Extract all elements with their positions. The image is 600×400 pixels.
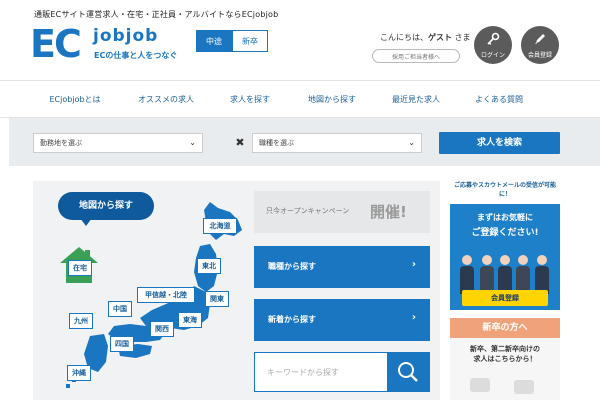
occupation-search-button[interactable]: 職種から探す ›	[254, 246, 430, 288]
region-hokkaido[interactable]: 北海道	[203, 218, 237, 234]
login-label: ログイン	[480, 52, 505, 59]
occupation-search-label: 職種から探す	[268, 262, 316, 271]
greeting: こんにちは、ゲスト さま	[380, 32, 471, 43]
logo-caption: ECの仕事と人をつなぐ	[94, 51, 178, 60]
logo-sub: jobjob	[93, 26, 159, 46]
campaign-banner[interactable]: 只今オープンキャンペーン 開催!	[254, 191, 430, 233]
job-search-button[interactable]: 求人を検索	[439, 132, 560, 154]
register-button[interactable]: 会員登録	[521, 26, 559, 64]
keyword-input[interactable]	[255, 353, 387, 391]
page: { "header": { "tagline": "通販ECサイト運営求人・在宅…	[0, 0, 600, 400]
times-icon: ✖	[235, 136, 245, 149]
region-tohoku[interactable]: 東北	[197, 258, 221, 274]
chevron-right-icon: ›	[411, 312, 416, 323]
nav-recommended[interactable]: オススメの求人	[128, 81, 204, 119]
location-select-label: 勤務地を選ぶ	[40, 139, 82, 147]
employer-login-button[interactable]: 採用ご担当者様へ	[372, 49, 460, 63]
register-banner-line2: ご登録ください!	[471, 228, 539, 238]
register-banner-button[interactable]: 会員登録	[462, 290, 548, 306]
new-arrivals-button[interactable]: 新着から探す ›	[254, 299, 430, 341]
tagline: 通販ECサイト運営求人・在宅・正社員・アルバイトならECjobjob	[34, 10, 279, 19]
site-logo[interactable]: EC jobjob ECの仕事と人をつなぐ	[30, 22, 190, 66]
occupation-select-label: 職種を選ぶ	[259, 139, 294, 147]
region-kansai[interactable]: 関西	[150, 321, 174, 337]
keyword-search	[254, 352, 430, 392]
region-okinawa[interactable]: 沖縄	[67, 365, 91, 381]
campaign-text: 只今オープンキャンペーン	[266, 207, 350, 215]
search-icon	[398, 362, 418, 382]
register-banner[interactable]: ご応募やスカウトメールの受信が可能に！ まずはお気軽に ご登録ください! 会員登…	[450, 178, 560, 310]
chevron-right-icon: ›	[411, 259, 416, 270]
chevron-down-icon: ⌄	[408, 138, 415, 147]
person-illustration	[460, 255, 474, 294]
logo-main: EC	[30, 22, 82, 66]
keyword-search-button[interactable]	[387, 353, 429, 391]
person-illustration	[535, 255, 549, 294]
region-shikoku[interactable]: 四国	[110, 336, 134, 352]
key-icon	[474, 32, 512, 49]
register-banner-top: ご応募やスカウトメールの受信が可能に！	[453, 182, 556, 198]
person-illustration	[516, 255, 530, 294]
login-button[interactable]: ログイン	[474, 26, 512, 64]
nav-map-search[interactable]: 地図から探す	[294, 81, 370, 119]
search-bar: 勤務地を選ぶ ⌄ ✖ 職種を選ぶ ⌄ 求人を検索	[9, 118, 600, 166]
region-koshinetsu-hokuriku[interactable]: 甲信越・北陸	[137, 287, 195, 303]
map-search-heading: 地図から探す	[58, 192, 154, 220]
nav-faq[interactable]: よくある質問	[461, 81, 537, 119]
nav-recent-jobs[interactable]: 最近見た求人	[378, 81, 454, 119]
nav-find-jobs[interactable]: 求人を探す	[212, 81, 288, 119]
pencil-icon	[521, 32, 559, 49]
register-banner-line1: まずはお気軽に	[477, 213, 533, 222]
new-grad-banner-text: 新卒、第二新卒向けの 求人はこちらから！	[450, 344, 560, 364]
greeting-name: ゲスト	[428, 33, 452, 42]
new-grad-banner-title: 新卒の方へ	[450, 318, 560, 338]
region-kanto[interactable]: 関東	[205, 291, 229, 307]
career-segment: 中途 新卒	[196, 30, 268, 52]
new-grad-banner-line1: 新卒、第二新卒向けの	[470, 345, 540, 353]
campaign-badge: 開催!	[370, 203, 407, 221]
occupation-select[interactable]: 職種を選ぶ ⌄	[252, 133, 422, 153]
puzzle-icon	[514, 380, 534, 394]
main-nav: ECjobjobとは オススメの求人 求人を探す 地図から探す 最近見た求人 よ…	[0, 80, 600, 118]
region-zaitaku[interactable]: 在宅	[68, 260, 92, 276]
chevron-down-icon: ⌄	[189, 138, 196, 147]
greeting-suffix: さま	[452, 33, 471, 42]
puzzle-icon	[470, 378, 490, 392]
nav-about[interactable]: ECjobjobとは	[37, 81, 113, 119]
region-kyushu[interactable]: 九州	[69, 313, 93, 329]
bubble-tail	[80, 218, 92, 226]
segment-new-grad[interactable]: 新卒	[232, 30, 268, 52]
region-chugoku[interactable]: 中国	[108, 301, 132, 317]
segment-mid-career[interactable]: 中途	[196, 30, 232, 52]
new-grad-banner[interactable]: 新卒の方へ 新卒、第二新卒向けの 求人はこちらから！	[450, 318, 560, 400]
new-grad-banner-line2: 求人はこちらから！	[473, 355, 537, 363]
person-illustration	[498, 255, 512, 294]
register-label: 会員登録	[527, 52, 552, 59]
okinawa-shape-2	[66, 384, 70, 388]
location-select[interactable]: 勤務地を選ぶ ⌄	[33, 133, 203, 153]
region-tokai[interactable]: 東海	[178, 312, 202, 328]
greeting-prefix: こんにちは、	[380, 33, 428, 42]
person-illustration	[480, 255, 494, 294]
register-banner-body: まずはお気軽に ご登録ください! 会員登録	[450, 204, 560, 310]
new-arrivals-label: 新着から探す	[268, 315, 316, 324]
